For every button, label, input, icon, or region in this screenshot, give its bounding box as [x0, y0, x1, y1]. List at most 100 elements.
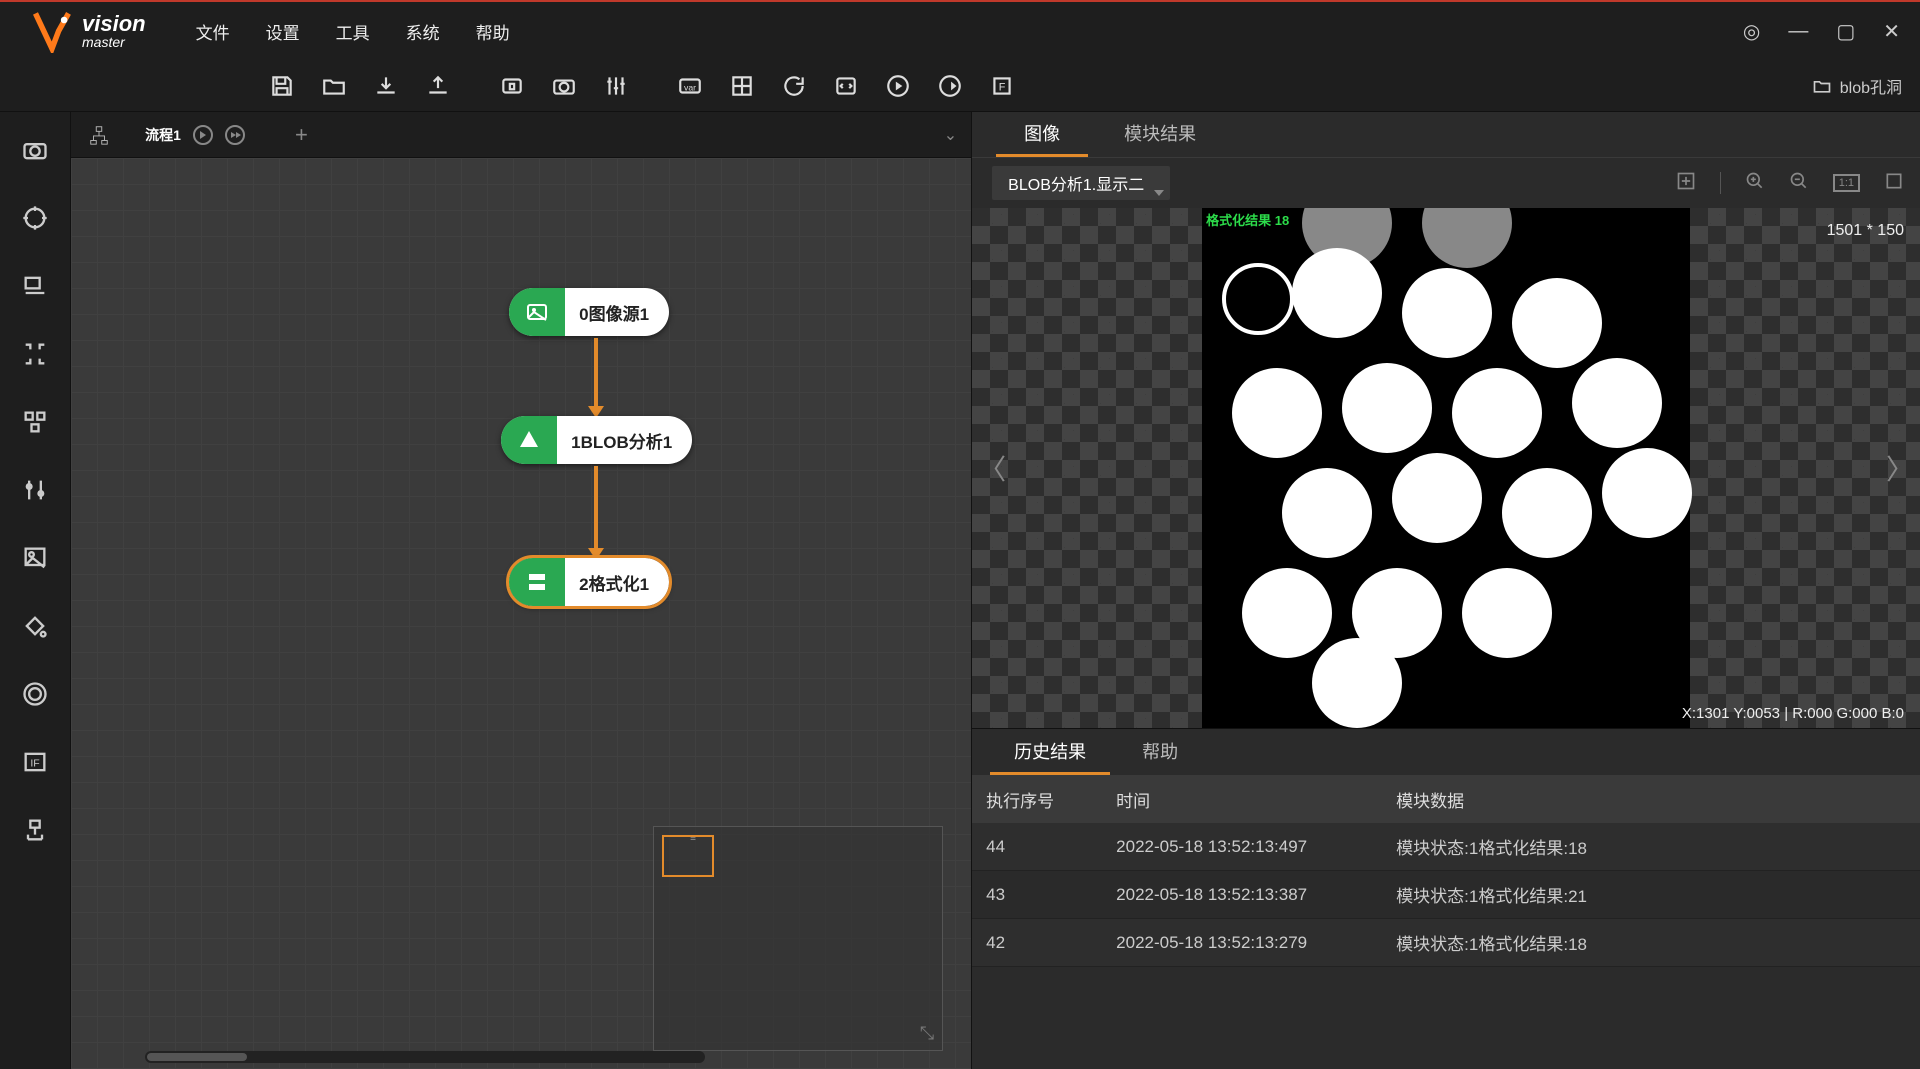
- maximize-icon[interactable]: ▢: [1836, 19, 1855, 44]
- checker-left: [972, 208, 1202, 728]
- rail-monitor-icon[interactable]: [15, 266, 55, 306]
- about-icon[interactable]: ◎: [1743, 19, 1760, 44]
- minimize-icon[interactable]: —: [1788, 20, 1808, 43]
- script-icon[interactable]: [824, 66, 868, 106]
- minimap-expand-icon[interactable]: ⤡: [920, 1023, 934, 1044]
- tab-help[interactable]: 帮助: [1118, 728, 1202, 775]
- image-source-dropdown[interactable]: BLOB分析1.显示二: [992, 166, 1170, 200]
- fit-icon[interactable]: 1:1: [1833, 174, 1860, 192]
- image-source-icon: [509, 288, 565, 336]
- play-loop-icon[interactable]: [928, 66, 972, 106]
- menu-tools[interactable]: 工具: [336, 19, 370, 44]
- node-label: 1BLOB分析1: [557, 428, 692, 453]
- fullscreen-icon[interactable]: [1884, 171, 1904, 196]
- menu-system[interactable]: 系统: [406, 19, 440, 44]
- flow-run-once-icon[interactable]: [193, 125, 213, 145]
- add-flow-tab[interactable]: +: [295, 122, 308, 148]
- current-file[interactable]: blob孔洞: [1812, 60, 1902, 112]
- sliders-icon[interactable]: [594, 66, 638, 106]
- logo-text-top: vision: [82, 13, 146, 35]
- save-icon[interactable]: [260, 66, 304, 106]
- lock-camera-icon[interactable]: [490, 66, 534, 106]
- camera-icon[interactable]: [542, 66, 586, 106]
- app-header: vision master 文件 设置 工具 系统 帮助 ◎ — ▢ ✕: [0, 2, 1920, 60]
- menubar: 文件 设置 工具 系统 帮助: [196, 19, 510, 44]
- svg-text:IF: IF: [30, 758, 39, 770]
- rail-slider-icon[interactable]: [15, 470, 55, 510]
- flow-node-blob[interactable]: 1BLOB分析1: [501, 416, 692, 464]
- left-rail: IF: [0, 112, 71, 1069]
- flow-area: 流程1 + ⌄ 0图像源1 1BLOB分析1 2格式化1: [71, 112, 971, 1069]
- logo-text-bottom: master: [82, 35, 146, 49]
- flow-tab-1[interactable]: 流程1: [123, 117, 267, 153]
- current-file-name: blob孔洞: [1840, 74, 1902, 98]
- right-panel: 图像 模块结果 BLOB分析1.显示二 1:1: [971, 112, 1920, 1069]
- tab-result[interactable]: 模块结果: [1096, 110, 1224, 157]
- rail-target-icon[interactable]: [15, 198, 55, 238]
- flow-canvas[interactable]: 0图像源1 1BLOB分析1 2格式化1 ≡ ⤡: [71, 158, 971, 1069]
- image-tabs: 图像 模块结果: [972, 112, 1920, 158]
- tab-history[interactable]: 历史结果: [990, 728, 1110, 775]
- zoom-in-icon[interactable]: [1745, 171, 1765, 196]
- minimap[interactable]: ≡ ⤡: [653, 826, 943, 1051]
- table-header: 执行序号 时间 模块数据: [972, 775, 1920, 823]
- table-row[interactable]: 44 2022-05-18 13:52:13:497 模块状态:1格式化结果:1…: [972, 823, 1920, 871]
- table-row[interactable]: 43 2022-05-18 13:52:13:387 模块状态:1格式化结果:2…: [972, 871, 1920, 919]
- main-toolbar: var F blob孔洞: [0, 60, 1920, 112]
- col-index: 执行序号: [972, 787, 1102, 812]
- minimap-viewport[interactable]: [662, 835, 714, 877]
- rail-spiral-icon[interactable]: [15, 674, 55, 714]
- rail-if-icon[interactable]: IF: [15, 742, 55, 782]
- flow-edge: [594, 466, 598, 550]
- grid-plus-icon[interactable]: [1676, 171, 1696, 196]
- image-toolbar: BLOB分析1.显示二 1:1: [972, 158, 1920, 208]
- flow-tabs: 流程1 + ⌄: [71, 112, 971, 158]
- close-icon[interactable]: ✕: [1883, 19, 1900, 44]
- tab-image[interactable]: 图像: [996, 110, 1088, 157]
- next-image-icon[interactable]: 〉: [1886, 448, 1914, 488]
- rail-network-icon[interactable]: [15, 810, 55, 850]
- menu-settings[interactable]: 设置: [266, 19, 300, 44]
- play-icon[interactable]: [876, 66, 920, 106]
- col-data: 模块数据: [1382, 787, 1920, 812]
- flow-tab-dropdown-icon[interactable]: ⌄: [944, 125, 957, 145]
- overlay-dimensions: 1501 * 150: [1827, 222, 1904, 240]
- node-label: 0图像源1: [565, 300, 669, 325]
- rail-image-icon[interactable]: [15, 538, 55, 578]
- svg-text:var: var: [684, 82, 696, 92]
- prev-image-icon[interactable]: 〈: [978, 448, 1006, 488]
- menu-help[interactable]: 帮助: [476, 19, 510, 44]
- table-row[interactable]: 42 2022-05-18 13:52:13:279 模块状态:1格式化结果:1…: [972, 919, 1920, 967]
- flow-node-image-source[interactable]: 0图像源1: [509, 288, 669, 336]
- image-viewport[interactable]: 格式化结果 18 1501 * 150 X:1301 Y:0053 | R:00…: [972, 208, 1920, 728]
- zoom-out-icon[interactable]: [1789, 171, 1809, 196]
- export-icon[interactable]: [416, 66, 460, 106]
- blob-result-image: [1202, 208, 1690, 728]
- results-area: 历史结果 帮助 执行序号 时间 模块数据 44 2022-05-18 13:52…: [972, 728, 1920, 1069]
- rail-fill-icon[interactable]: [15, 606, 55, 646]
- flow-tab-label: 流程1: [145, 125, 181, 145]
- horizontal-scrollbar[interactable]: [145, 1051, 705, 1063]
- flow-edge: [594, 338, 598, 408]
- rail-grid-icon[interactable]: [15, 402, 55, 442]
- form-icon[interactable]: F: [980, 66, 1024, 106]
- refresh-icon[interactable]: [772, 66, 816, 106]
- format-icon: [509, 558, 565, 606]
- variable-icon[interactable]: var: [668, 66, 712, 106]
- menu-file[interactable]: 文件: [196, 19, 230, 44]
- open-icon[interactable]: [312, 66, 356, 106]
- flow-tree-icon[interactable]: [79, 115, 119, 155]
- result-tabs: 历史结果 帮助: [972, 729, 1920, 775]
- flow-node-format[interactable]: 2格式化1: [509, 558, 669, 606]
- flow-run-loop-icon[interactable]: [225, 125, 245, 145]
- blob-icon: [501, 416, 557, 464]
- layout-icon[interactable]: [720, 66, 764, 106]
- rail-crop-icon[interactable]: [15, 334, 55, 374]
- app-logo: vision master: [30, 9, 146, 53]
- overlay-coords: X:1301 Y:0053 | R:000 G:000 B:0: [1682, 705, 1904, 722]
- history-table: 执行序号 时间 模块数据 44 2022-05-18 13:52:13:497 …: [972, 775, 1920, 1069]
- import-icon[interactable]: [364, 66, 408, 106]
- overlay-result-label: 格式化结果 18: [1206, 210, 1289, 229]
- rail-camera-icon[interactable]: [15, 130, 55, 170]
- node-label: 2格式化1: [565, 570, 669, 595]
